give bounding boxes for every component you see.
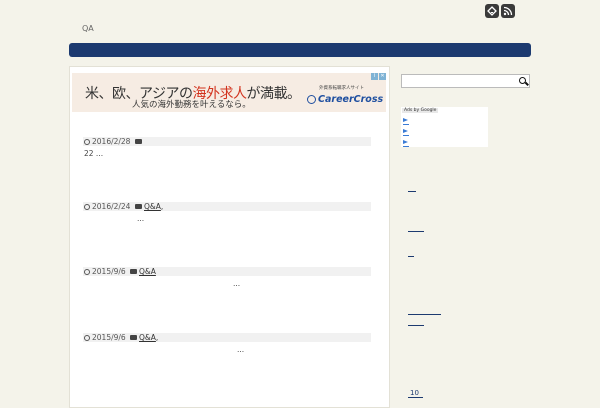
ads-by-google-label[interactable]: Ads by Google [402,108,439,113]
header-social-icons [485,4,515,18]
post-category-link[interactable]: Q&A [144,202,161,211]
rss-icon[interactable] [501,4,515,18]
arrow-icon[interactable] [403,118,408,122]
ad-link[interactable] [403,124,409,125]
clock-icon [84,335,90,341]
site-title[interactable]: QA [82,24,94,33]
arrow-icon[interactable] [403,140,408,144]
post-category-link[interactable]: Q&A [139,267,156,276]
sidebar-link[interactable] [408,191,416,192]
arrow-icon[interactable] [403,129,408,133]
post-meta [83,267,371,276]
folder-icon [135,204,142,209]
search-input[interactable] [402,75,516,87]
post-meta [83,333,371,342]
post-date: 2015/9/6 [92,267,126,276]
post-date: 2016/2/24 [92,202,131,211]
google-ad-links[interactable]: Ads by Google [401,107,488,147]
sidebar-link[interactable] [408,256,414,257]
sidebar-link[interactable] [408,314,441,315]
folder-icon [135,139,142,144]
sidebar-link[interactable] [408,397,423,398]
ad-link[interactable] [403,135,409,136]
post-excerpt: ... [137,214,145,223]
ad-link[interactable] [403,146,409,147]
post-excerpt: 22 ... [84,149,104,158]
search-icon[interactable] [519,77,526,84]
ad-brand: 外資系転職求人サイト CareerCross [305,85,385,107]
post-category-link[interactable]: Q&A [139,333,156,342]
brand-logo-icon [307,95,316,104]
search-box[interactable] [401,74,530,88]
ad-close-icon[interactable]: ✕ [379,73,386,80]
post-date: 2016/2/28 [92,137,131,146]
ad-subline: 人気の海外勤務を叶えるなら。 [132,100,251,110]
sidebar-link[interactable] [408,231,424,232]
sidebar-number-link[interactable]: 10 [410,389,419,397]
feedly-icon[interactable] [485,4,499,18]
post-excerpt: ... [233,279,241,288]
main-content: i ✕ 米、欧、アジアの海外求人が満載。 人気の海外勤務を叶えるなら。 外資系転… [69,66,390,408]
clock-icon [84,269,90,275]
clock-icon [84,204,90,210]
ad-banner[interactable]: i ✕ 米、欧、アジアの海外求人が満載。 人気の海外勤務を叶えるなら。 外資系転… [72,73,386,112]
global-nav-bar[interactable] [69,43,531,57]
sidebar-link[interactable] [408,325,424,326]
folder-icon [130,335,137,340]
post-excerpt: ... [237,345,245,354]
folder-icon [130,269,137,274]
ad-info-icon[interactable]: i [371,73,378,80]
clock-icon [84,139,90,145]
post-date: 2015/9/6 [92,333,126,342]
